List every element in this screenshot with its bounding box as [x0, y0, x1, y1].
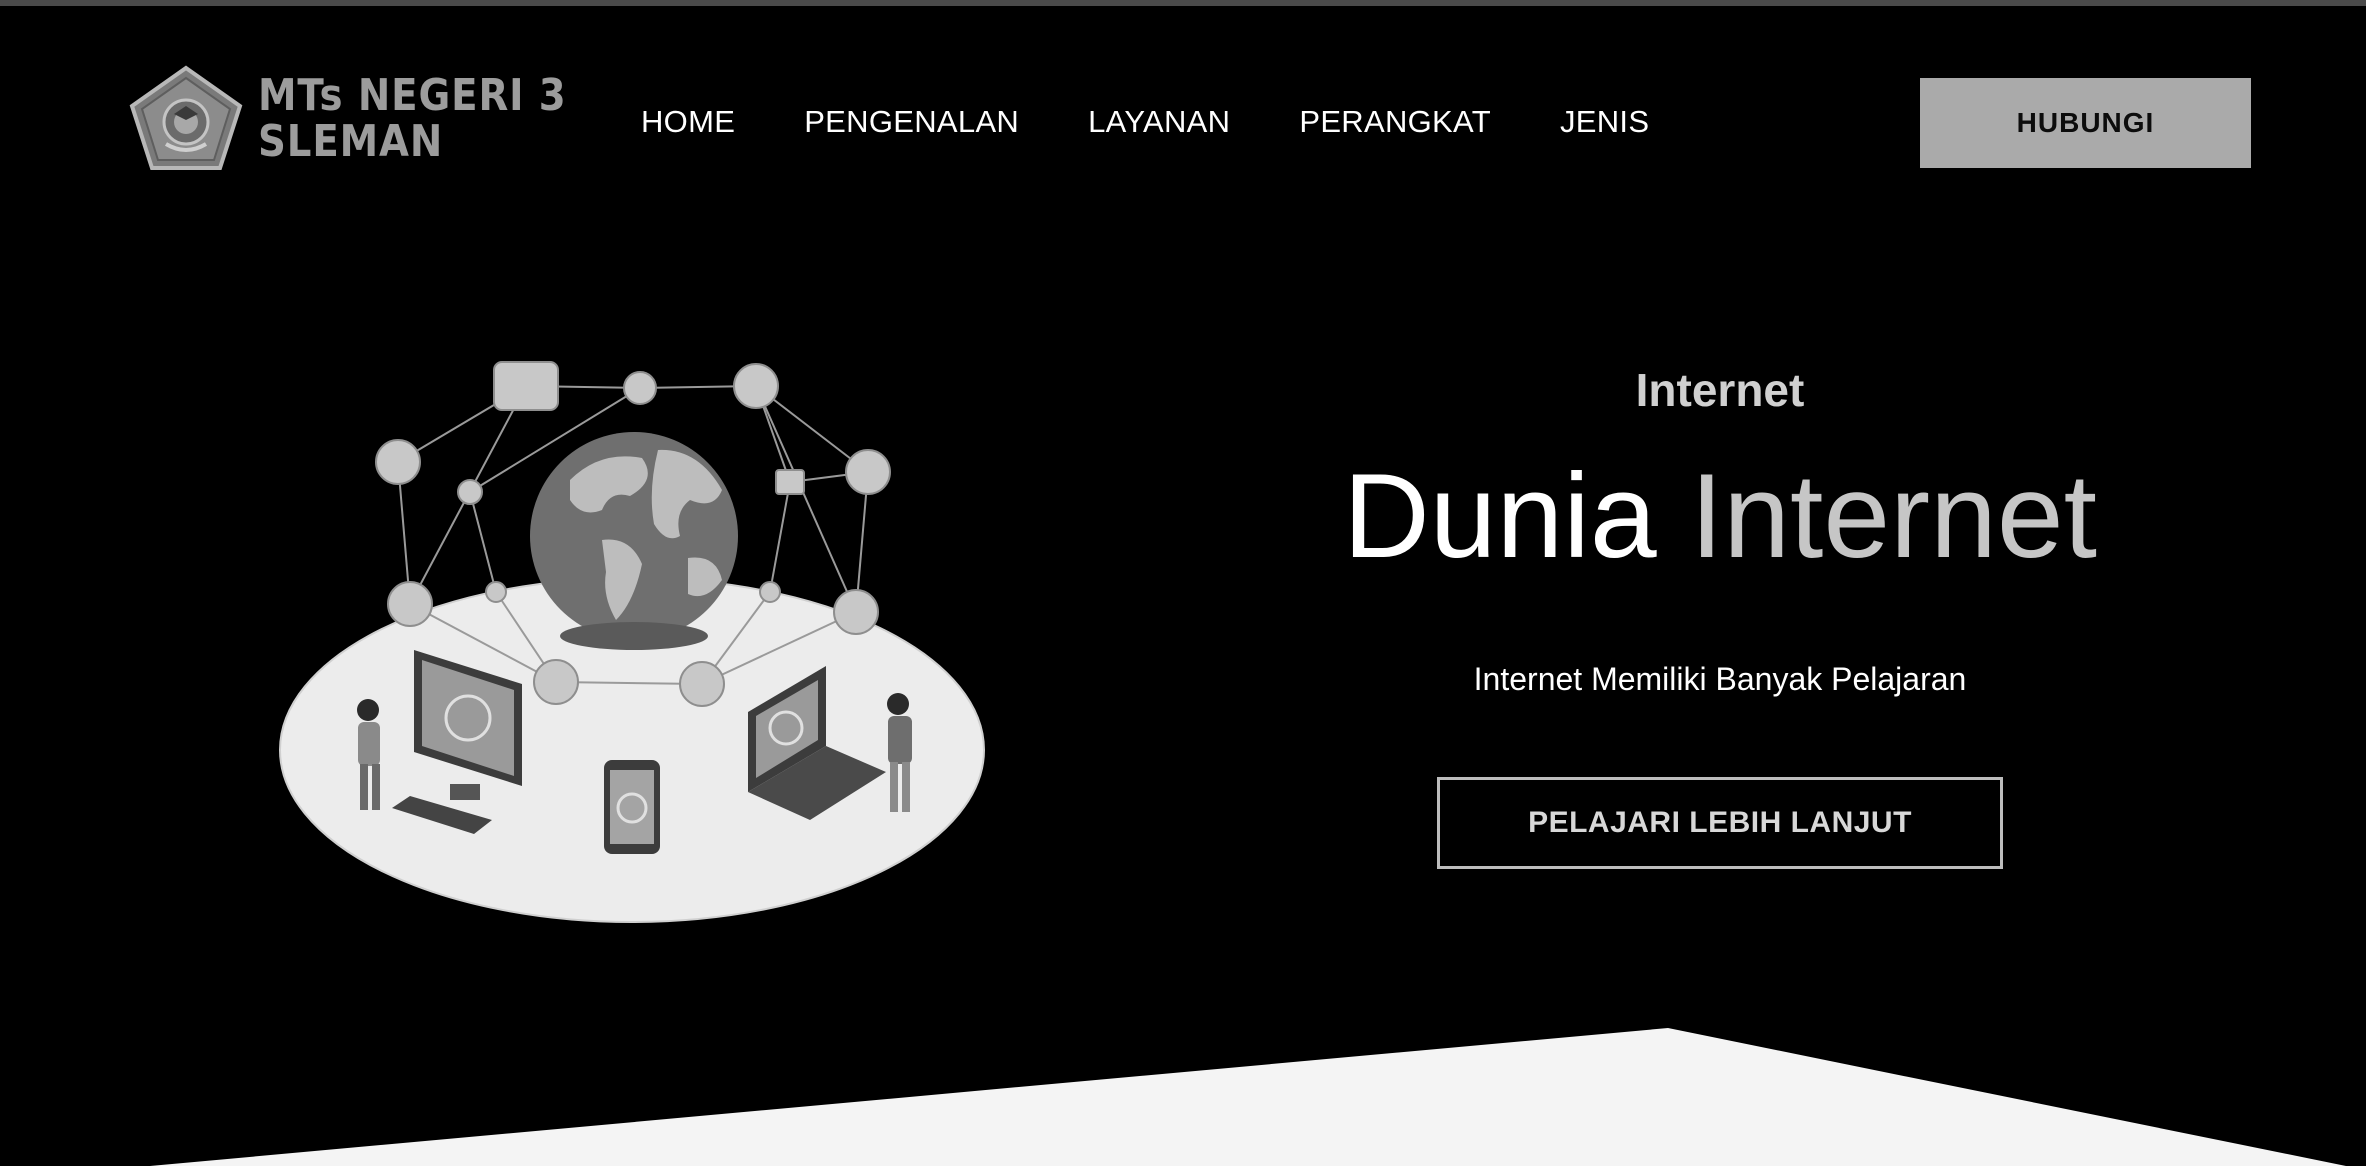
hero-subtitle: Internet Memiliki Banyak Pelajaran	[1473, 661, 1967, 697]
school-name-line1: MTs NEGERI 3	[258, 70, 567, 121]
nav-item-jenis[interactable]: JENIS	[1560, 104, 1649, 140]
hero-headline: Dunia Internet	[1230, 441, 2210, 591]
hero-headline-accent: Internet	[1689, 449, 2097, 583]
nav-item-home[interactable]: HOME	[641, 104, 735, 140]
contact-button[interactable]: HUBUNGI	[1920, 78, 2251, 168]
browser-top-edge	[0, 0, 2366, 6]
school-name: MTs NEGERI 3 SLEMAN	[258, 73, 567, 165]
site-logo[interactable]: MTs NEGERI 3 SLEMAN	[128, 64, 609, 174]
nav-item-perangkat[interactable]: PERANGKAT	[1299, 104, 1491, 140]
nav-item-layanan[interactable]: LAYANAN	[1088, 104, 1230, 140]
school-name-line2: SLEMAN	[258, 116, 444, 167]
smartphone-icon	[604, 760, 660, 854]
learn-more-button[interactable]: PELAJARI LEBIH LANJUT	[1437, 777, 2003, 869]
hero-kicker: Internet	[1635, 364, 1805, 416]
landing-page: MTs NEGERI 3 SLEMAN HOME PENGENALAN LAYA…	[0, 0, 2366, 1166]
school-emblem-icon	[129, 65, 243, 170]
hero-headline-main: Dunia	[1343, 449, 1657, 583]
hero-content: Internet Dunia Internet Internet Memilik…	[1230, 355, 2210, 869]
nav-item-pengenalan[interactable]: PENGENALAN	[804, 104, 1019, 140]
main-nav: HOME PENGENALAN LAYANAN PERANGKAT JENIS	[641, 104, 1718, 140]
globe-network-illustration	[279, 361, 985, 923]
